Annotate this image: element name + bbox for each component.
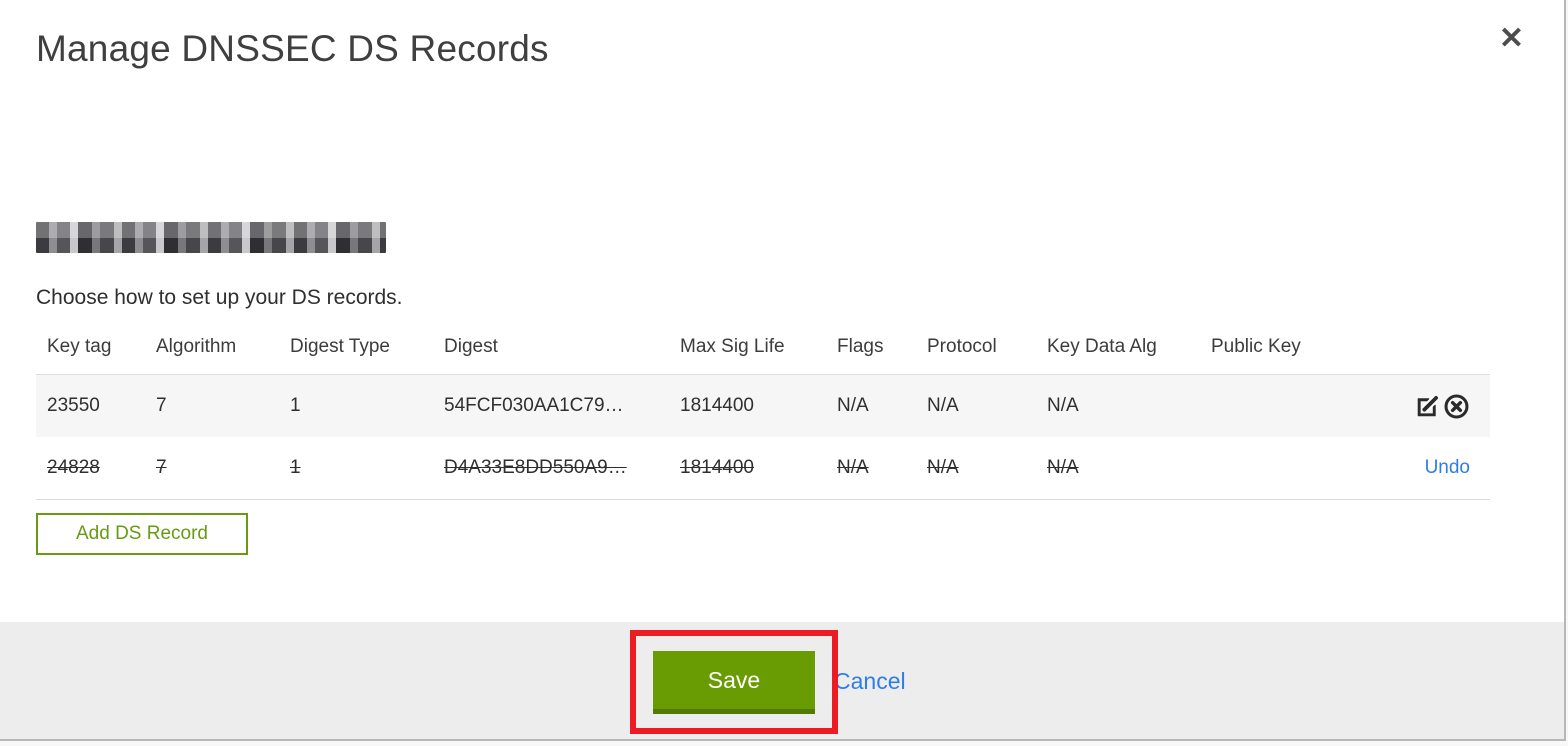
redacted-domain-name [36,222,386,253]
cell-algorithm: 7 [156,395,167,416]
cell-max-sig-life: 1814400 [680,457,754,478]
screen: Manage DNSSEC DS Records ✕ Choose how to… [0,0,1568,746]
cell-protocol: N/A [927,395,959,416]
col-header-digest: Digest [444,336,498,357]
col-header-flags: Flags [837,336,884,357]
cell-digest: D4A33E8DD550A9… [444,457,627,478]
edit-record-button[interactable] [1414,393,1441,420]
close-icon[interactable]: ✕ [1495,20,1528,58]
col-header-algorithm: Algorithm [156,336,237,357]
instruction-text: Choose how to set up your DS records. [36,286,403,309]
table-row: 23550 7 1 54FCF030AA1C79… 1814400 N/A N/… [36,374,1490,438]
cancel-link[interactable]: Cancel [834,668,906,695]
cell-digest-type: 1 [290,395,301,416]
cell-key-data-alg: N/A [1047,457,1079,478]
delete-record-button[interactable] [1443,393,1470,420]
cell-actions [1211,375,1490,438]
col-header-digest-type: Digest Type [290,336,390,357]
save-button[interactable]: Save [653,651,815,714]
cell-key-data-alg: N/A [1047,395,1079,416]
cell-key-tag: 24828 [47,457,100,478]
col-header-key-data-alg: Key Data Alg [1047,336,1157,357]
col-header-protocol: Protocol [927,336,997,357]
col-header-public-key: Public Key [1211,336,1301,357]
page-title: Manage DNSSEC DS Records [36,28,549,69]
cell-actions: Undo [1211,437,1490,500]
cell-flags: N/A [837,457,869,478]
manage-dnssec-modal: Manage DNSSEC DS Records ✕ Choose how to… [0,0,1566,741]
col-header-max-sig-life: Max Sig Life [680,336,785,357]
cell-protocol: N/A [927,457,959,478]
table-row-deleted: 24828 7 1 D4A33E8DD550A9… 1814400 N/A N/… [36,437,1490,500]
cell-flags: N/A [837,395,869,416]
undo-link[interactable]: Undo [1425,457,1470,478]
col-header-key-tag: Key tag [47,336,112,357]
cell-key-tag: 23550 [47,395,100,416]
edit-icon [1414,394,1441,423]
add-ds-record-button[interactable]: Add DS Record [36,513,248,555]
table-header-row: Key tag Algorithm Digest Type Digest Max… [36,328,1490,375]
ds-records-table: Key tag Algorithm Digest Type Digest Max… [36,328,1490,500]
cell-digest-type: 1 [290,457,301,478]
cell-max-sig-life: 1814400 [680,395,754,416]
cell-algorithm: 7 [156,457,167,478]
delete-circle-x-icon [1443,394,1470,423]
cell-digest: 54FCF030AA1C79… [444,395,624,416]
